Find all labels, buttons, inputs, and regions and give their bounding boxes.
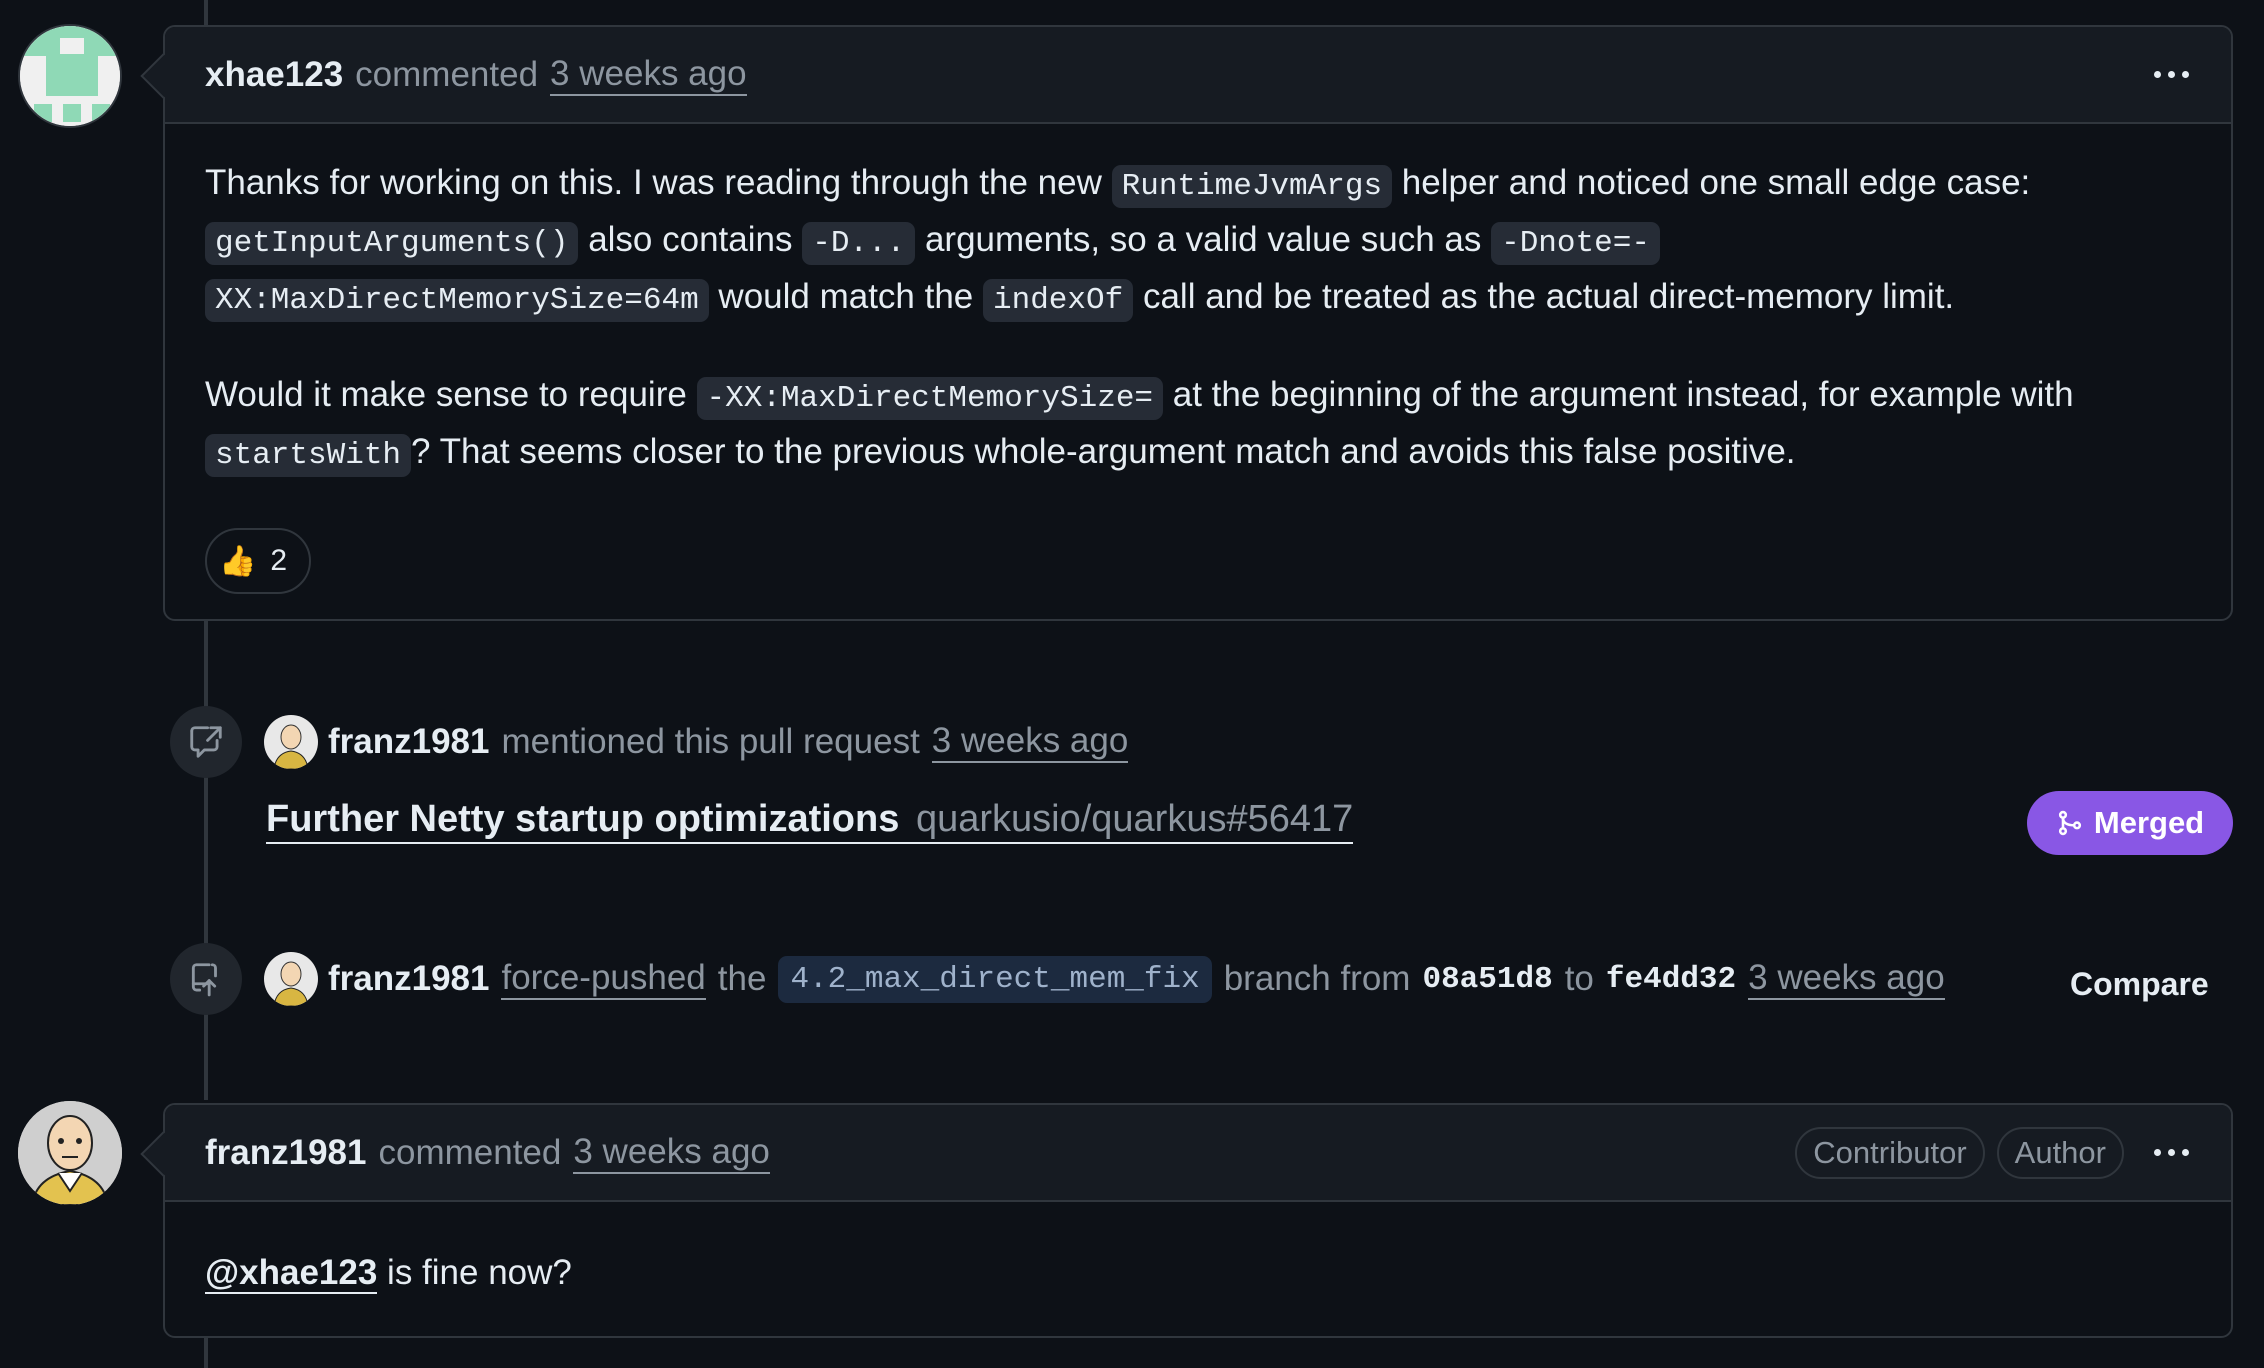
git-merge-icon: [2058, 810, 2081, 836]
event-text: franz1981 mentioned this pull request 3 …: [328, 721, 1129, 763]
event-action: mentioned this pull request: [501, 722, 920, 761]
avatar-xhae123[interactable]: [18, 24, 122, 128]
inline-code: RuntimeJvmArgs: [1111, 165, 1393, 208]
comment-author[interactable]: franz1981: [205, 1133, 366, 1173]
from-commit-sha[interactable]: 08a51d8: [1422, 962, 1552, 997]
text: also contains: [578, 220, 803, 259]
comment-timestamp[interactable]: 3 weeks ago: [573, 1132, 770, 1174]
event-text: franz1981 force-pushed the 4.2_max_direc…: [328, 955, 1945, 1003]
timeline-line-top: [204, 0, 208, 26]
avatar-franz1981-small[interactable]: [264, 952, 318, 1006]
reaction-count: 2: [270, 544, 288, 577]
avatar-franz1981-small[interactable]: [264, 715, 318, 769]
text: at the beginning of the argument instead…: [1163, 375, 2074, 414]
inline-code: -XX:MaxDirectMemorySize=: [696, 377, 1164, 420]
inline-code: XX:MaxDirectMemorySize=64m: [205, 279, 709, 322]
reaction-thumbs-up[interactable]: 👍 2: [205, 528, 312, 594]
comment-body: Thanks for working on this. I was readin…: [165, 124, 2231, 634]
comment-header: franz1981 commented 3 weeks ago Contribu…: [165, 1105, 2231, 1202]
identicon-icon: [20, 26, 120, 126]
pr-reference-link[interactable]: Further Netty startup optimizations quar…: [266, 796, 1354, 844]
event-user[interactable]: franz1981: [328, 959, 489, 999]
avatar-franz1981[interactable]: [18, 1101, 122, 1205]
comment-paragraph: @xhae123 is fine now?: [205, 1246, 2191, 1299]
event-timestamp[interactable]: 3 weeks ago: [931, 721, 1129, 763]
kebab-menu-icon[interactable]: [2152, 1139, 2191, 1166]
comment-action: commented: [378, 1132, 562, 1172]
event-cross-reference: franz1981 mentioned this pull request 3 …: [170, 706, 1129, 778]
compare-button[interactable]: Compare: [2070, 966, 2209, 1003]
text: Would it make sense to require: [205, 375, 697, 414]
text: ? That seems closer to the previous whol…: [411, 432, 1796, 471]
thumbs-up-icon: 👍: [219, 544, 257, 578]
event-user[interactable]: franz1981: [328, 722, 489, 762]
comment-header: xhae123 commented 3 weeks ago: [165, 27, 2231, 124]
event-text-the: the: [717, 959, 767, 998]
comment-card-franz1981: franz1981 commented 3 weeks ago Contribu…: [163, 1103, 2233, 1338]
branch-name[interactable]: 4.2_max_direct_mem_fix: [778, 955, 1212, 1003]
event-timestamp[interactable]: 3 weeks ago: [1748, 958, 1945, 1000]
text: is fine now?: [377, 1253, 572, 1292]
pr-title: Further Netty startup optimizations: [266, 798, 900, 840]
contributor-badge[interactable]: Contributor: [1795, 1126, 1985, 1179]
comment-action: commented: [355, 54, 539, 94]
comment-card-xhae123: xhae123 commented 3 weeks ago Thanks for…: [163, 25, 2233, 621]
merged-label: Merged: [2093, 805, 2205, 840]
comment-timestamp[interactable]: 3 weeks ago: [550, 54, 747, 96]
comment-paragraph-2: Would it make sense to require -XX:MaxDi…: [205, 368, 2191, 482]
event-text-to: to: [1564, 959, 1594, 998]
author-badge[interactable]: Author: [1996, 1126, 2124, 1179]
timeline-line-middle: [204, 618, 208, 1100]
comment-paragraph-1: Thanks for working on this. I was readin…: [205, 156, 2191, 327]
text: would match the: [708, 277, 983, 316]
inline-code: getInputArguments(): [205, 222, 579, 265]
merged-status-badge[interactable]: Merged: [2027, 791, 2233, 855]
force-pushed-link[interactable]: force-pushed: [501, 958, 706, 1000]
user-mention[interactable]: @xhae123: [205, 1253, 378, 1294]
pr-number: quarkusio/quarkus#56417: [915, 798, 1354, 840]
text: arguments, so a valid value such as: [915, 220, 1492, 259]
comment-body: @xhae123 is fine now?: [165, 1202, 2231, 1339]
to-commit-sha[interactable]: fe4dd32: [1606, 962, 1736, 997]
author-badges: Contributor Author: [1795, 1126, 2124, 1179]
inline-code: -Dnote=-: [1491, 222, 1660, 265]
event-text-branch-from: branch from: [1223, 959, 1411, 998]
inline-code: -D...: [802, 222, 916, 265]
inline-code: indexOf: [983, 279, 1134, 322]
repo-push-icon: [170, 943, 242, 1015]
text: helper and noticed one small edge case:: [1392, 163, 2031, 202]
inline-code: startsWith: [205, 434, 412, 477]
cross-reference-icon: [170, 706, 242, 778]
timeline-line-bottom: [204, 1336, 208, 1368]
text: Thanks for working on this. I was readin…: [205, 163, 1112, 202]
event-force-push: franz1981 force-pushed the 4.2_max_direc…: [170, 943, 1945, 1015]
text: call and be treated as the actual direct…: [1133, 277, 1955, 316]
kebab-menu-icon[interactable]: [2152, 61, 2191, 88]
comment-author[interactable]: xhae123: [205, 55, 343, 95]
pr-timeline: xhae123 commented 3 weeks ago Thanks for…: [0, 0, 2264, 1368]
